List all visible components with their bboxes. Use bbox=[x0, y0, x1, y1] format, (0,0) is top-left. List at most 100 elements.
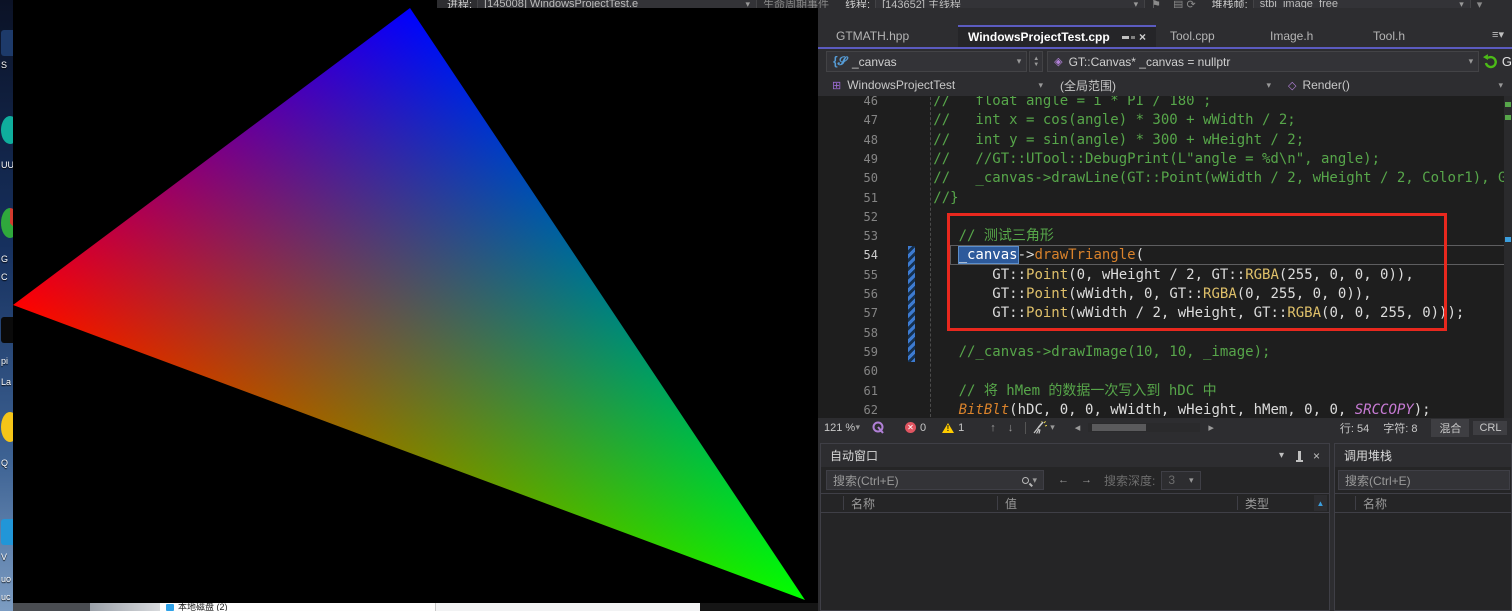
stack-icons[interactable]: ▤ ⟳ bbox=[1173, 0, 1196, 8]
line-number[interactable]: 57 bbox=[834, 304, 878, 323]
flag-icon[interactable]: ⚑ bbox=[1151, 0, 1161, 8]
autos-search-input[interactable]: 搜索(Ctrl+E) ▾ bbox=[826, 470, 1044, 490]
method-dropdown[interactable]: ◇ Render()▾ bbox=[1282, 75, 1508, 95]
callstack-search-input[interactable]: 搜索(Ctrl+E) bbox=[1338, 470, 1510, 490]
line-number[interactable]: 53 bbox=[834, 227, 878, 246]
drive-label: 本地磁盘 (2) bbox=[178, 603, 228, 611]
declaration-dropdown[interactable]: ◈ GT::Canvas* _canvas = nullptr▾ bbox=[1047, 51, 1479, 72]
column-value[interactable]: 值 bbox=[1005, 495, 1017, 512]
pin-icon[interactable] bbox=[1298, 451, 1301, 460]
scope-spinner[interactable]: ▲▼ bbox=[1029, 51, 1043, 72]
column-name[interactable]: 名称 bbox=[1363, 495, 1387, 512]
braces-icon: {𝓢 bbox=[833, 54, 847, 69]
scrollbar-annotation-mark bbox=[1505, 115, 1511, 120]
callstack-titlebar[interactable]: 调用堆栈 bbox=[1335, 444, 1511, 467]
window-position-caret-icon[interactable]: ▾ bbox=[1279, 450, 1284, 461]
background-window-sliver: 本地磁盘 (2) bbox=[13, 603, 818, 611]
line-number[interactable]: 58 bbox=[834, 324, 878, 343]
line-number[interactable]: 61 bbox=[834, 382, 878, 401]
line-number[interactable]: 55 bbox=[834, 266, 878, 285]
tab-label: Tool.h bbox=[1373, 29, 1405, 43]
pin-icon[interactable] bbox=[1122, 36, 1129, 39]
clipped-edge-text: G bbox=[1502, 54, 1512, 69]
lifecycle-events-button[interactable]: 生命周期事件 bbox=[763, 0, 829, 8]
code-cleanup-broom-icon[interactable] bbox=[1032, 421, 1047, 435]
column-type[interactable]: 类型 bbox=[1245, 495, 1269, 512]
thread-dropdown[interactable]: [143652] 主线程▾ bbox=[875, 0, 1145, 8]
app-icon[interactable] bbox=[1, 519, 13, 545]
depth-dropdown[interactable]: 3▾ bbox=[1161, 471, 1200, 490]
navigation-bar-bottom: ⊞ WindowsProjectTest▾ (全局范围)▾ ◇ Render()… bbox=[818, 74, 1512, 96]
back-arrow-icon[interactable]: ← bbox=[1058, 474, 1069, 486]
process-dropdown[interactable]: [145008] WindowsProjectTest.e▾ bbox=[477, 0, 757, 8]
line-number[interactable]: 54 bbox=[834, 246, 878, 265]
prev-issue-arrow-icon[interactable]: ↑ bbox=[990, 422, 996, 434]
hscroll-right-arrow[interactable]: ▸ bbox=[1208, 421, 1214, 434]
cleanup-caret[interactable]: ▾ bbox=[1050, 422, 1055, 433]
code-editor[interactable]: 4647484950515253545556575859606162 // fl… bbox=[818, 96, 1512, 418]
app-icon[interactable] bbox=[1, 116, 13, 144]
project-dropdown[interactable]: ⊞ WindowsProjectTest▾ bbox=[826, 75, 1048, 95]
line-number[interactable]: 47 bbox=[834, 111, 878, 130]
app-icon[interactable] bbox=[1, 412, 13, 442]
line-indicator[interactable]: 行: 54 bbox=[1340, 420, 1369, 436]
line-number[interactable]: 52 bbox=[834, 208, 878, 227]
tab-tool-cpp[interactable]: Tool.cpp bbox=[1160, 25, 1256, 47]
toolbar-overflow-icon[interactable]: ▾ bbox=[1477, 0, 1483, 8]
line-number[interactable]: 51 bbox=[834, 189, 878, 208]
close-icon[interactable]: × bbox=[1313, 449, 1320, 463]
tab-gtmath-hpp[interactable]: GTMATH.hpp bbox=[826, 25, 938, 47]
line-ending-indicator[interactable]: CRL bbox=[1473, 421, 1507, 435]
callstack-panel: 调用堆栈 搜索(Ctrl+E) 名称 bbox=[1334, 443, 1512, 611]
tab-image-h[interactable]: Image.h bbox=[1260, 25, 1358, 47]
thread-label: 线程: bbox=[845, 0, 870, 8]
autos-toolbar: 搜索(Ctrl+E) ▾ ← → 搜索深度: 3▾ bbox=[821, 467, 1329, 493]
next-issue-arrow-icon[interactable]: ↓ bbox=[1008, 422, 1014, 434]
line-number[interactable]: 50 bbox=[834, 169, 878, 188]
health-indicator-icon[interactable] bbox=[872, 421, 885, 434]
indentation-indicator[interactable]: 混合 bbox=[1431, 419, 1469, 437]
warning-count[interactable]: 1 bbox=[942, 422, 964, 434]
hscroll-left-arrow[interactable]: ◂ bbox=[1075, 421, 1081, 434]
line-number[interactable]: 56 bbox=[834, 285, 878, 304]
error-count[interactable]: ✕ 0 bbox=[905, 422, 926, 434]
editor-vertical-scrollbar[interactable] bbox=[1504, 96, 1512, 418]
render-canvas-window bbox=[13, 8, 818, 603]
code-line-49: // //GT::UTool::DebugPrint(L"angle = %d\… bbox=[908, 150, 1380, 169]
close-icon[interactable]: × bbox=[1139, 30, 1146, 44]
app-icon[interactable] bbox=[1, 30, 13, 56]
callstack-title: 调用堆栈 bbox=[1344, 447, 1392, 464]
app-icon[interactable] bbox=[1, 208, 13, 238]
scope-dropdown[interactable]: {𝓢 _canvas▾ bbox=[826, 51, 1027, 72]
tab-overflow-icon[interactable]: ≡▾ bbox=[1492, 28, 1504, 41]
explorer-titlebar-sliver[interactable]: 本地磁盘 (2) bbox=[160, 603, 435, 611]
tab-windowsprojecttest-cpp[interactable]: WindowsProjectTest.cpp× bbox=[958, 25, 1156, 47]
char-indicator[interactable]: 字符: 8 bbox=[1383, 420, 1417, 436]
line-number[interactable]: 60 bbox=[834, 362, 878, 381]
line-number[interactable]: 46 bbox=[834, 96, 878, 111]
sync-arrow-icon[interactable] bbox=[1483, 54, 1499, 70]
search-icon bbox=[1022, 477, 1029, 484]
code-line-62: BitBlt(hDC, 0, 0, wWidth, wHeight, hMem,… bbox=[908, 401, 1431, 418]
line-number[interactable]: 59 bbox=[834, 343, 878, 362]
code-line-47: // int x = cos(angle) * 300 + wWidth / 2… bbox=[908, 111, 1296, 130]
forward-arrow-icon[interactable]: → bbox=[1081, 474, 1092, 486]
scrollbar-annotation-mark bbox=[1505, 102, 1511, 107]
app-icon[interactable] bbox=[1, 317, 13, 343]
line-number[interactable]: 48 bbox=[834, 131, 878, 150]
column-name[interactable]: 名称 bbox=[851, 495, 875, 512]
scroll-up-arrow[interactable] bbox=[1314, 495, 1327, 511]
autos-titlebar[interactable]: 自动窗口 ▾ × bbox=[821, 444, 1329, 467]
divider bbox=[1025, 422, 1026, 434]
autos-body[interactable] bbox=[821, 513, 1329, 610]
stackframe-dropdown[interactable]: stbi_image_free▾ bbox=[1253, 0, 1471, 8]
tab-tool-h[interactable]: Tool.h bbox=[1363, 25, 1449, 47]
line-number[interactable]: 49 bbox=[834, 150, 878, 169]
desktop-icon-label: G bbox=[1, 254, 8, 264]
callstack-body[interactable] bbox=[1335, 513, 1511, 610]
line-number[interactable]: 62 bbox=[834, 401, 878, 418]
zoom-level-dropdown[interactable]: 121 %▾ bbox=[818, 422, 866, 434]
global-scope-dropdown[interactable]: (全局范围)▾ bbox=[1054, 75, 1276, 95]
callstack-column-headers: 名称 bbox=[1335, 493, 1511, 513]
editor-horizontal-scrollbar[interactable] bbox=[1088, 423, 1200, 432]
